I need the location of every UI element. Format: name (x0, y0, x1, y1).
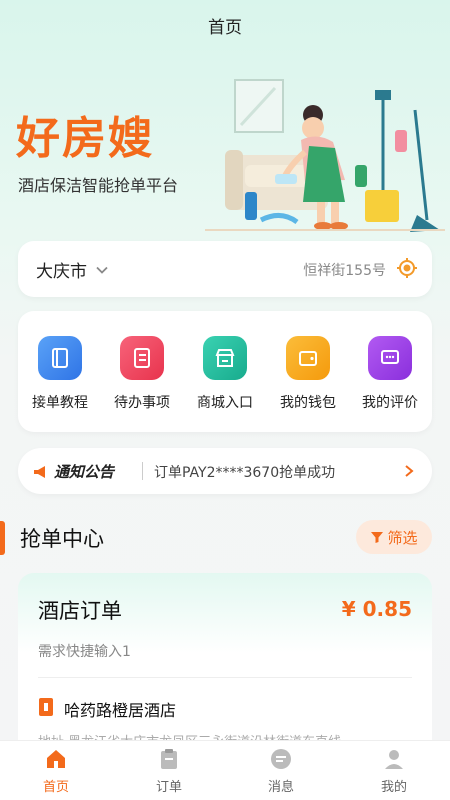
menu-item-wallet[interactable]: 我的钱包 (268, 336, 348, 421)
notice-divider (142, 462, 143, 480)
hotel-icon (39, 698, 53, 716)
tab-orders[interactable]: 订单 (129, 747, 209, 799)
menu-item-store[interactable]: 商城入口 (185, 336, 265, 421)
chevron-right-icon (405, 465, 414, 477)
tab-profile[interactable]: 我的 (354, 747, 434, 799)
notice-title: 通知公告 (54, 463, 115, 481)
order-title: 酒店订单 (38, 599, 122, 623)
menu-item-tutorial[interactable]: 接单教程 (20, 336, 100, 421)
notice-text: 订单PAY2****3670抢单成功 (154, 465, 336, 481)
user-icon (385, 750, 403, 769)
checklist-icon (120, 336, 164, 380)
order-divider (38, 677, 412, 678)
tab-home[interactable]: 首页 (16, 747, 96, 799)
top-bar: 首页 (0, 0, 450, 50)
cleaning-illustration (205, 79, 445, 232)
message-icon (271, 749, 291, 769)
menu-label: 商城入口 (197, 395, 253, 411)
store-icon (203, 336, 247, 380)
menu-item-reviews[interactable]: 我的评价 (350, 336, 430, 421)
order-subtitle: 需求快捷输入1 (38, 644, 131, 660)
filter-label: 筛选 (387, 528, 418, 547)
chat-icon (368, 336, 412, 380)
city-name: 大庆市 (36, 262, 87, 282)
tab-label: 订单 (155, 780, 182, 795)
page-title: 首页 (208, 17, 242, 38)
current-address: 恒祥街155号 (303, 263, 386, 279)
tab-label: 首页 (42, 780, 69, 795)
hero-banner: 好房嫂 酒店保洁智能抢单平台 (0, 50, 450, 235)
brand-logo-text: 好房嫂 (16, 113, 154, 164)
notice-bar[interactable]: 通知公告 订单PAY2****3670抢单成功 (18, 448, 432, 494)
book-icon (38, 336, 82, 380)
menu-label: 待办事项 (114, 395, 170, 411)
brand-slogan: 酒店保洁智能抢单平台 (18, 176, 179, 195)
menu-label: 我的钱包 (280, 395, 336, 411)
megaphone-icon (34, 465, 45, 478)
city-selector[interactable]: 大庆市 (36, 257, 109, 282)
wallet-icon (286, 336, 330, 380)
tab-label: 我的 (380, 780, 407, 795)
filter-icon (371, 532, 384, 543)
clipboard-icon (161, 749, 177, 769)
tab-messages[interactable]: 消息 (241, 747, 321, 799)
section-marker (0, 521, 5, 555)
menu-label: 我的评价 (362, 395, 418, 411)
tab-label: 消息 (267, 780, 294, 795)
section-title: 抢单中心 (20, 527, 104, 551)
chevron-down-icon (96, 266, 108, 274)
bottom-tab-bar: 首页 订单 消息 我的 (0, 740, 450, 800)
menu-item-todo[interactable]: 待办事项 (102, 336, 182, 421)
location-card[interactable]: 大庆市 恒祥街155号 (18, 241, 432, 297)
hotel-name: 哈药路橙居酒店 (64, 701, 177, 720)
home-icon (47, 750, 65, 768)
order-price: ¥ 0.85 (341, 597, 412, 621)
filter-button[interactable]: 筛选 (356, 520, 432, 554)
menu-label: 接单教程 (32, 395, 88, 411)
notice-label: 通知公告 (32, 461, 114, 482)
locate-icon[interactable] (396, 257, 418, 279)
quick-menu: 接单教程 待办事项 商城入口 我的钱包 我的评价 (18, 311, 432, 432)
